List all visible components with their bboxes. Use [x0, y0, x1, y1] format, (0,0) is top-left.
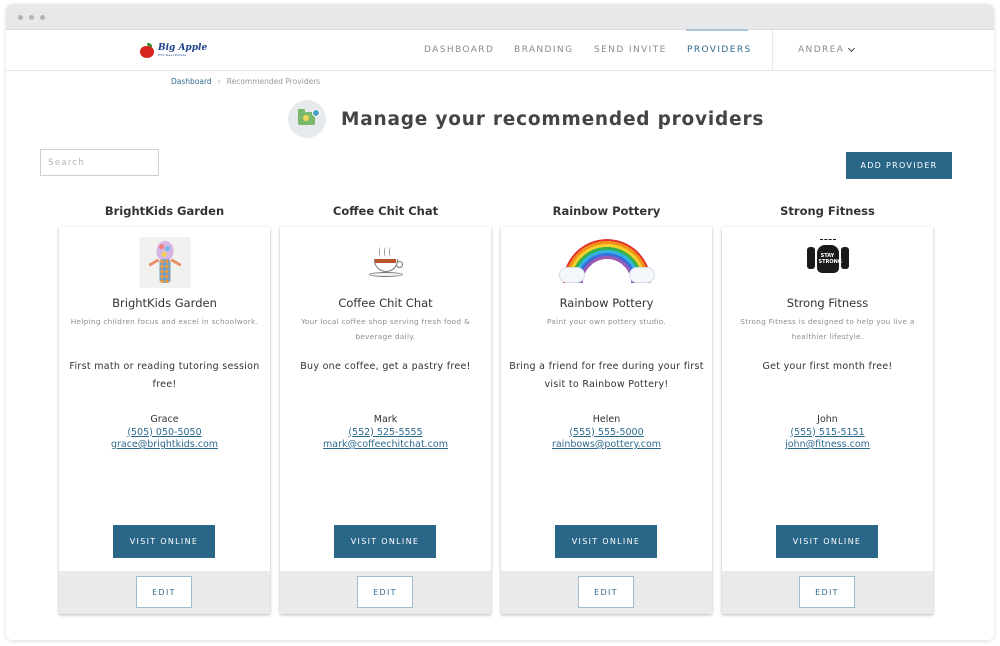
contact-phone-link[interactable]: (505) 050-5050 — [59, 427, 270, 440]
breadcrumb-dashboard-link[interactable]: Dashboard — [171, 77, 212, 86]
provider-card: Rainbow Pottery Paint your own pottery s… — [501, 227, 712, 614]
provider-column-title: Rainbow Pottery — [552, 204, 661, 218]
edit-button[interactable]: EDIT — [357, 576, 413, 608]
nav-divider — [772, 30, 773, 71]
browser-window: Big Apple PTO Real Estate DASHBOARD BRAN… — [6, 4, 994, 640]
provider-offer: Get your first month free! — [762, 361, 893, 372]
contact-email-link[interactable]: grace@brightkids.com — [59, 439, 270, 452]
brand-logo[interactable]: Big Apple PTO Real Estate — [139, 41, 207, 59]
visit-online-button[interactable]: VISIT ONLINE — [555, 525, 657, 558]
contact-phone-link[interactable]: (552) 525-5555 — [280, 427, 491, 440]
provider-offer: Bring a friend for free during your firs… — [509, 361, 704, 390]
contact-name: Grace — [150, 414, 179, 425]
user-name: ANDREA — [798, 45, 845, 55]
contact-name: Helen — [592, 414, 621, 425]
contact-name: Mark — [373, 414, 398, 425]
nav-active-indicator — [686, 29, 748, 31]
edit-button[interactable]: EDIT — [799, 576, 855, 608]
provider-description: Your local coffee shop serving fresh foo… — [301, 317, 470, 341]
contact-email-link[interactable]: mark@coffeechitchat.com — [280, 439, 491, 452]
contact-phone-link[interactable]: (555) 515-5151 — [722, 427, 933, 440]
provider-name: BrightKids Garden — [112, 296, 217, 310]
provider-description: Paint your own pottery studio. — [546, 317, 667, 326]
contact-phone-link[interactable]: (555) 555-5000 — [501, 427, 712, 440]
visit-online-button[interactable]: VISIT ONLINE — [334, 525, 436, 558]
breadcrumb-current: Recommended Providers — [226, 77, 321, 86]
provider-description: Strong Fitness is designed to help you l… — [740, 317, 915, 341]
provider-contact: Grace (505) 050-5050 grace@brightkids.co… — [59, 414, 270, 452]
provider-column-title: Strong Fitness — [780, 204, 875, 218]
provider-column-title: BrightKids Garden — [104, 204, 225, 218]
contact-name: John — [817, 414, 838, 425]
provider-contact: Helen (555) 555-5000 rainbows@pottery.co… — [501, 414, 712, 452]
fitness-logo-text: STAY STRONG — [818, 253, 842, 265]
add-provider-button[interactable]: ADD PROVIDER — [846, 152, 952, 179]
provider-contact: John (555) 515-5151 john@fitness.com — [722, 414, 933, 452]
contact-email-link[interactable]: john@fitness.com — [722, 439, 933, 452]
provider-name: Coffee Chit Chat — [338, 296, 433, 310]
window-dot-icon[interactable] — [18, 15, 23, 20]
window-titlebar — [6, 4, 994, 30]
provider-name: Strong Fitness — [786, 296, 869, 310]
apple-logo-icon — [139, 42, 155, 58]
logo-sub-text: PTO Real Estate — [158, 52, 187, 57]
visit-online-button[interactable]: VISIT ONLINE — [776, 525, 878, 558]
provider-name: Rainbow Pottery — [559, 296, 654, 310]
visit-online-button[interactable]: VISIT ONLINE — [113, 525, 215, 558]
top-navbar: Big Apple PTO Real Estate DASHBOARD BRAN… — [6, 29, 994, 71]
card-footer: EDIT — [59, 571, 270, 614]
card-footer: EDIT — [501, 571, 712, 614]
coffee-cup-image — [366, 247, 406, 279]
provider-column-title: Coffee Chit Chat — [332, 204, 439, 218]
card-footer: EDIT — [722, 571, 933, 614]
provider-description: Helping children focus and excel in scho… — [70, 317, 259, 326]
stay-strong-fist-image: STAY STRONG — [804, 237, 852, 285]
card-footer: EDIT — [280, 571, 491, 614]
edit-button[interactable]: EDIT — [578, 576, 634, 608]
logo-main-text: Big Apple — [158, 42, 208, 53]
window-dot-icon[interactable] — [40, 15, 45, 20]
nav-item-providers[interactable]: PROVIDERS — [687, 45, 752, 55]
window-dot-icon[interactable] — [29, 15, 34, 20]
breadcrumb-separator: › — [217, 77, 221, 86]
nav-item-dashboard[interactable]: DASHBOARD — [424, 45, 494, 55]
provider-card: BrightKids Garden Helping children focus… — [59, 227, 270, 614]
provider-contact: Mark (552) 525-5555 mark@coffeechitchat.… — [280, 414, 491, 452]
chevron-down-icon — [848, 44, 856, 52]
edit-button[interactable]: EDIT — [136, 576, 192, 608]
provider-offer: First math or reading tutoring session f… — [69, 361, 260, 390]
breadcrumb: Dashboard › Recommended Providers — [171, 77, 320, 86]
rainbow-image — [558, 237, 655, 289]
contact-email-link[interactable]: rainbows@pottery.com — [501, 439, 712, 452]
provider-card: STAY STRONG Strong Fitness Strong Fitnes… — [722, 227, 933, 614]
search-input[interactable] — [40, 149, 159, 176]
page-title: Manage your recommended providers — [341, 109, 765, 130]
nav-item-send-invite[interactable]: SEND INVITE — [594, 45, 667, 55]
nav-item-branding[interactable]: BRANDING — [514, 45, 573, 55]
folder-image-icon — [288, 100, 326, 138]
provider-offer: Buy one coffee, get a pastry free! — [300, 361, 471, 372]
provider-card: Coffee Chit Chat Your local coffee shop … — [280, 227, 491, 614]
user-menu[interactable]: ANDREA — [798, 44, 856, 55]
lightbulb-child-image — [139, 237, 190, 288]
